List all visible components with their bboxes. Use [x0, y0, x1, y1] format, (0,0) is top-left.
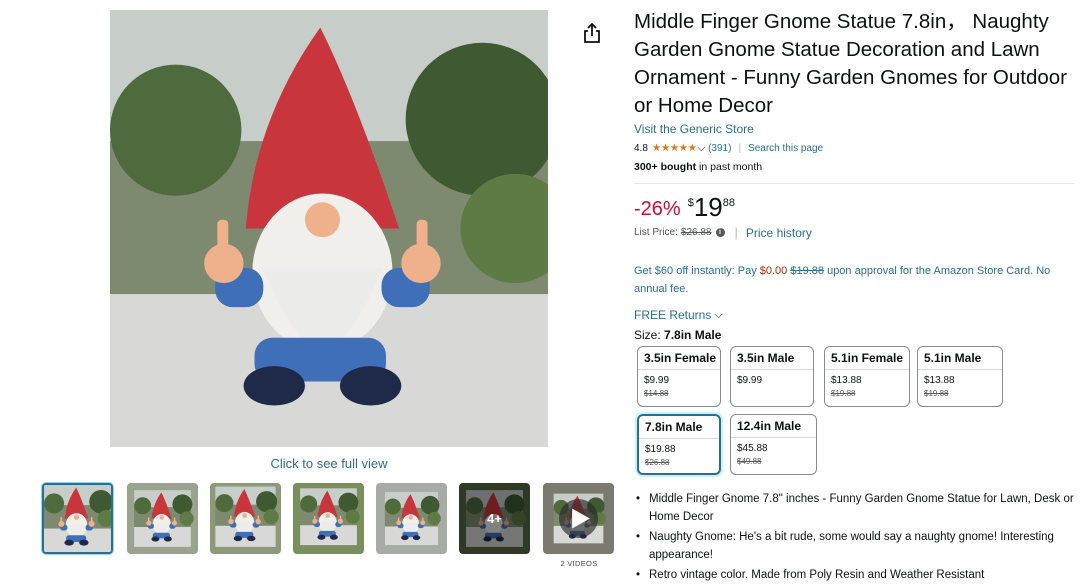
- price-whole: 19: [693, 192, 723, 222]
- thumbnail-3[interactable]: [210, 483, 281, 554]
- videos-count-label: 2 VIDEOS: [560, 559, 598, 568]
- size-option-7-8in-male[interactable]: 7.8in Male $19.88 $26.88: [637, 414, 721, 475]
- free-returns-label: FREE Returns: [634, 308, 712, 322]
- price-row: -26% $ 19 88: [634, 192, 735, 222]
- size-option-name: 3.5in Female: [644, 351, 717, 365]
- size-option-name: 5.1in Female: [831, 351, 904, 365]
- offer-amount: $0.00: [759, 265, 788, 277]
- more-images-count: 4+: [487, 511, 502, 526]
- price-fraction: 88: [722, 197, 735, 209]
- share-icon[interactable]: [582, 22, 602, 44]
- size-option-price: $45.88: [737, 443, 768, 454]
- product-title: Middle Finger Gnome Statue 7.8in， Naught…: [634, 10, 1067, 117]
- thumbnail-video[interactable]: [543, 483, 614, 554]
- divider: [731, 437, 816, 438]
- store-link[interactable]: Visit the Generic Store: [634, 122, 754, 136]
- chevron-down-icon[interactable]: ⌵: [697, 143, 705, 154]
- thumbnail-5[interactable]: [376, 483, 447, 554]
- info-icon[interactable]: i: [715, 228, 725, 237]
- list-price-row: List Price: $26.88 i | Price history: [634, 225, 812, 240]
- free-returns-link[interactable]: FREE Returns ⌵: [634, 308, 723, 322]
- divider: [639, 438, 719, 439]
- size-option-price: $9.99: [644, 375, 670, 386]
- bought-suffix: in past month: [696, 161, 763, 173]
- divider: [634, 183, 1074, 184]
- size-label: Size:: [634, 328, 661, 342]
- size-option-5-1in-male[interactable]: 5.1in Male $13.88 $19.88: [917, 346, 1003, 407]
- bought-count: 300+ bought: [634, 161, 697, 173]
- size-selected-value: 7.8in Male: [664, 328, 722, 342]
- divider: [825, 369, 909, 370]
- discount-percent: -26%: [634, 198, 681, 220]
- feature-bullet: Retro vintage color. Made from Poly Resi…: [634, 566, 1074, 584]
- size-option-price: $19.88: [645, 444, 676, 455]
- rating-count-link[interactable]: (391): [708, 143, 731, 154]
- size-option-name: 12.4in Male: [737, 419, 802, 433]
- separator: |: [734, 225, 738, 240]
- divider: [731, 369, 813, 370]
- search-this-page-link[interactable]: Search this page: [748, 143, 823, 154]
- click-to-see-full-view[interactable]: Click to see full view: [110, 456, 548, 471]
- feature-bullet: Middle Finger Gnome 7.8" inches - Funny …: [634, 490, 1074, 526]
- rating-row: 4.8 ★★★★★ ⌵ (391) | Search this page: [634, 142, 823, 154]
- star-rating-icon[interactable]: ★★★★★: [652, 142, 697, 154]
- thumbnail-2[interactable]: [127, 483, 198, 554]
- feature-bullet: Naughty Gnome: He's a bit rude, some wou…: [634, 528, 1074, 564]
- divider: [918, 369, 1002, 370]
- price-history-link[interactable]: Price history: [746, 226, 812, 240]
- size-option-name: 5.1in Male: [924, 351, 982, 365]
- store-card-offer[interactable]: Get $60 off instantly: Pay $0.00 $19.88 …: [634, 262, 1074, 298]
- product-main-image[interactable]: [110, 10, 548, 447]
- thumbnail-1[interactable]: [42, 483, 113, 554]
- size-option-price: $13.88: [924, 375, 955, 386]
- divider: [638, 369, 720, 370]
- size-option-price: $13.88: [831, 375, 862, 386]
- thumbnail-more[interactable]: 4+: [459, 483, 530, 554]
- size-label-row: Size: 7.8in Male: [634, 328, 721, 342]
- size-option-3-5in-female[interactable]: 3.5in Female $9.99 $14.88: [637, 346, 721, 407]
- thumbnail-4[interactable]: [293, 483, 364, 554]
- size-option-5-1in-female[interactable]: 5.1in Female $13.88 $19.88: [824, 346, 910, 407]
- bought-in-past-month: 300+ bought in past month: [634, 161, 762, 173]
- separator: |: [738, 142, 742, 154]
- feature-bullets: Middle Finger Gnome 7.8" inches - Funny …: [634, 490, 1074, 586]
- size-option-12-4in-male[interactable]: 12.4in Male $45.88 $49.88: [730, 414, 817, 475]
- list-price-value: $26.88: [680, 227, 712, 238]
- rating-value: 4.8: [634, 142, 648, 154]
- size-option-old-price: $49.88: [737, 457, 762, 466]
- size-option-name: 7.8in Male: [645, 420, 703, 434]
- list-price-label: List Price:: [634, 227, 678, 238]
- size-option-old-price: $26.88: [645, 458, 670, 467]
- size-option-price: $9.99: [737, 375, 763, 386]
- size-option-old-price: $19.88: [924, 389, 949, 398]
- chevron-down-icon: ⌵: [714, 308, 723, 321]
- size-option-name: 3.5in Male: [737, 351, 795, 365]
- size-option-3-5in-male[interactable]: 3.5in Male $9.99: [730, 346, 814, 407]
- offer-text-pre: Get $60 off instantly: Pay: [634, 265, 760, 277]
- size-option-old-price: $14.88: [644, 389, 669, 398]
- offer-struck-price: $19.88: [790, 265, 825, 277]
- size-option-old-price: $19.88: [831, 389, 856, 398]
